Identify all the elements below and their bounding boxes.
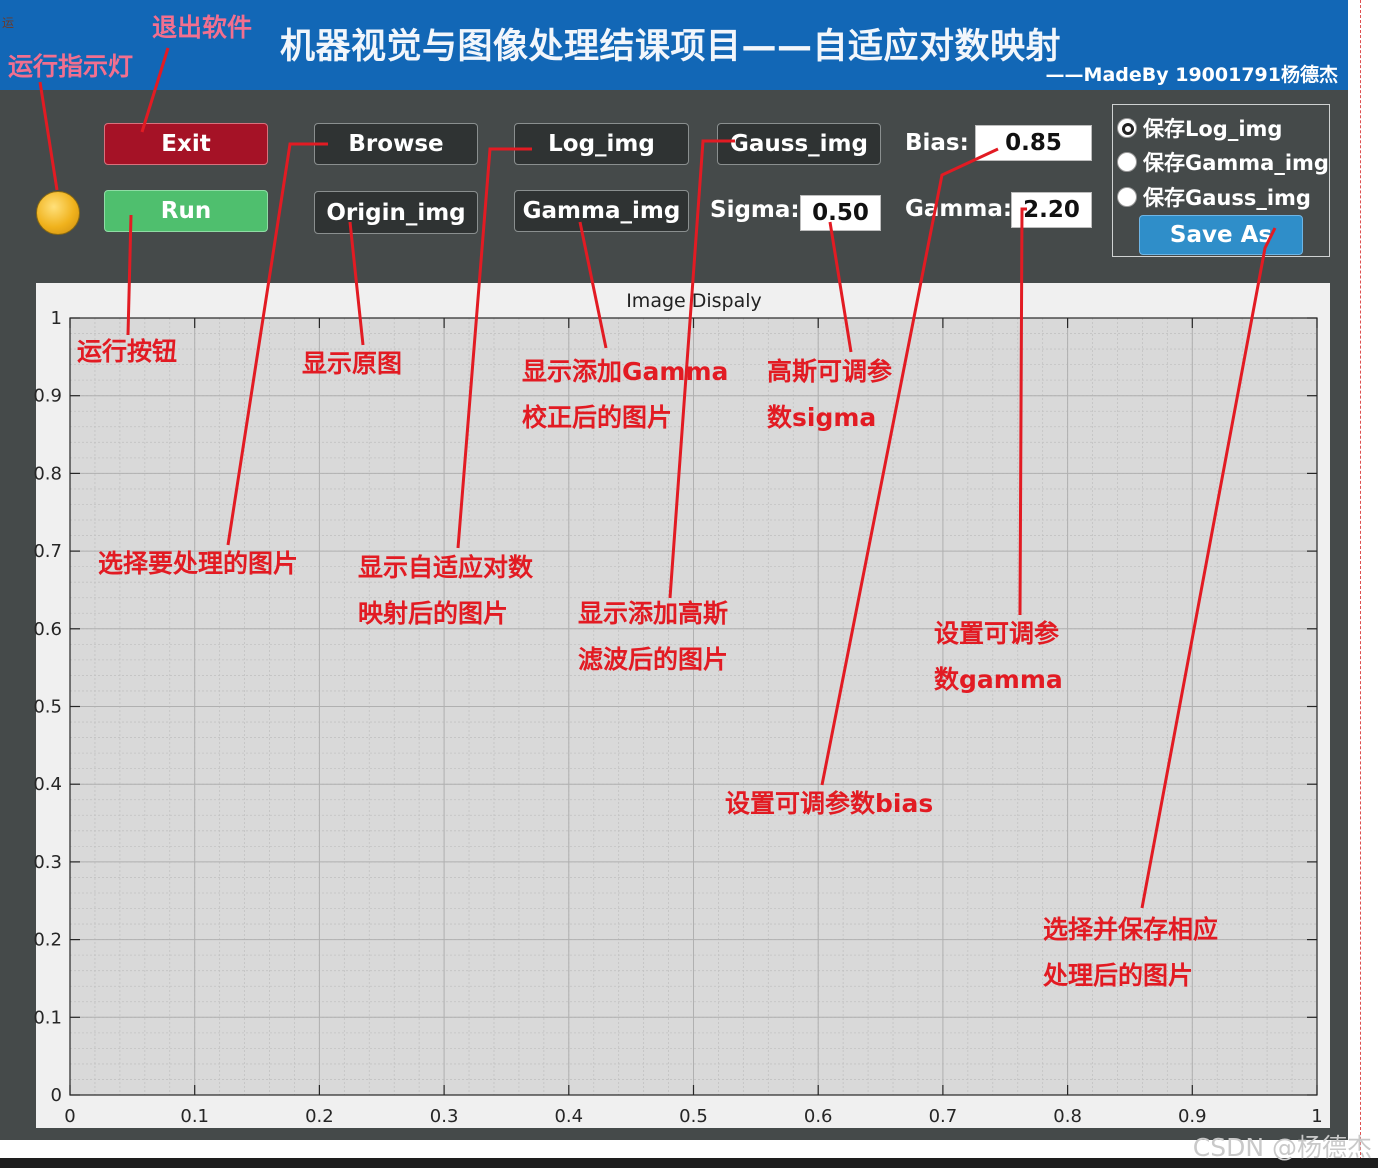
x-tick-label: 0.5 [679,1106,708,1127]
x-tick-label: 1 [1311,1106,1322,1127]
y-tick-label: 0.5 [33,697,62,718]
x-tick-label: 0.8 [1053,1106,1082,1127]
x-tick-label: 0.6 [804,1106,833,1127]
label-run-note: 运行按钮 [77,337,177,366]
y-tick-label: 0.4 [33,774,62,795]
y-tick-label: 0.9 [33,386,62,407]
label-gammaparam-note-2: 数gamma [934,665,1063,694]
y-tick-label: 0 [51,1085,62,1106]
label-gamma-note-2: 校正后的图片 [522,403,672,432]
label-log-note-1: 显示自适应对数 [358,553,534,582]
y-tick-label: 0.8 [33,463,62,484]
label-origin-note: 显示原图 [302,349,402,378]
label-save-note-1: 选择并保存相应 [1043,915,1218,944]
label-gamma-note-1: 显示添加Gamma [522,357,728,386]
x-tick-label: 0.2 [305,1106,334,1127]
x-tick-label: 0.9 [1178,1106,1207,1127]
label-sigma-note-1: 高斯可调参 [767,357,892,386]
y-tick-label: 0.2 [33,930,62,951]
y-tick-label: 0.3 [33,852,62,873]
label-exit-note: 退出软件 [152,13,252,42]
y-tick-label: 0.1 [33,1007,62,1028]
y-tick-label: 0.7 [33,541,62,562]
y-tick-label: 1 [51,308,62,329]
axes-and-annotations-overlay: Image Dispaly 0 0.1 0.2 0.3 0.4 0.5 0.6 0.7 0.8 0… [8,13,1323,1127]
label-browse-note: 选择要处理的图片 [98,549,298,578]
label-save-note-2: 处理后的图片 [1042,961,1193,990]
label-gauss-note-2: 滤波后的图片 [578,645,728,674]
bottom-bar [0,1158,1378,1168]
window-edge [1360,0,1363,1160]
x-tick-label: 0.3 [430,1106,459,1127]
label-indicator-note: 运行指示灯 [8,52,133,81]
axes-title: Image Dispaly [626,290,762,312]
label-gammaparam-note-1: 设置可调参 [934,619,1059,648]
label-log-note-2: 映射后的图片 [358,599,508,628]
label-bias-note: 设置可调参数bias [725,789,933,818]
x-tick-label: 0.4 [554,1106,583,1127]
x-tick-label: 0.1 [180,1106,209,1127]
label-gauss-note-1: 显示添加高斯 [578,599,728,628]
label-sigma-note-2: 数sigma [767,403,876,432]
x-tick-label: 0.7 [929,1106,958,1127]
csdn-watermark: CSDN @杨德杰 [1192,1133,1372,1162]
y-tick-label: 0.6 [33,619,62,640]
x-tick-label: 0 [64,1106,75,1127]
